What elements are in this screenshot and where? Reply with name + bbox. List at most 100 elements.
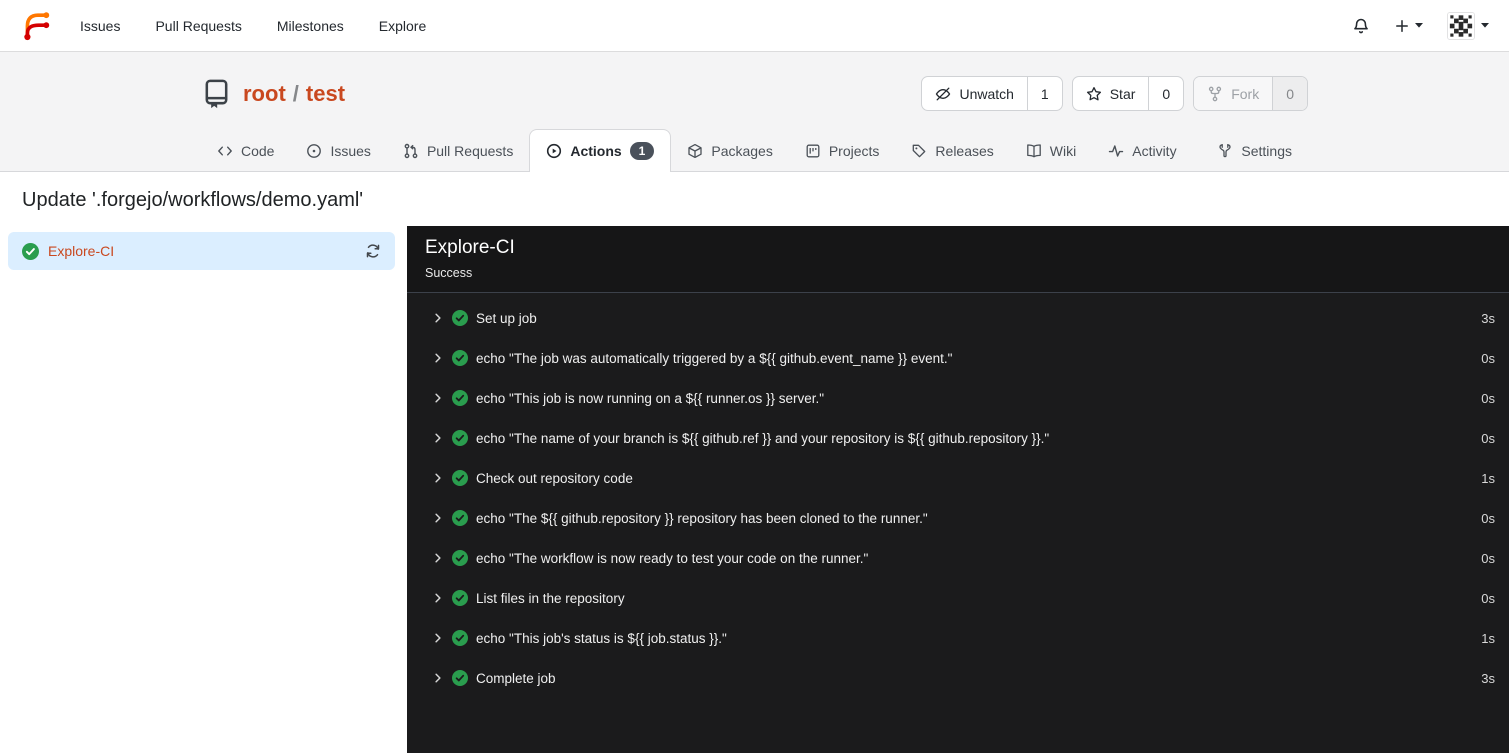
settings-wrench-icon — [1219, 144, 1232, 158]
fork-button-group: Fork 0 — [1193, 76, 1308, 112]
jobs-sidebar: Explore-CI — [0, 226, 407, 753]
success-check-icon — [452, 590, 468, 607]
tab-issues[interactable]: Issues — [290, 129, 386, 172]
repo-separator: / — [292, 80, 299, 106]
step-row[interactable]: echo "The ${{ github.repository }} repos… — [407, 498, 1509, 538]
step-row[interactable]: Complete job 3s — [407, 658, 1509, 698]
chevron-right-icon — [435, 353, 441, 363]
star-count[interactable]: 0 — [1148, 77, 1183, 111]
tab-settings[interactable]: Settings — [1201, 129, 1308, 172]
step-label: echo "This job is now running on a ${{ r… — [476, 390, 825, 406]
top-navbar: Issues Pull Requests Milestones Explore — [0, 0, 1509, 52]
success-check-icon — [452, 470, 468, 487]
step-row[interactable]: echo "The job was automatically triggere… — [407, 338, 1509, 378]
job-item-explore-ci[interactable]: Explore-CI — [8, 232, 395, 271]
navbar-links: Issues Pull Requests Milestones Explore — [80, 18, 426, 34]
star-icon — [1086, 86, 1101, 101]
user-menu-dropdown[interactable] — [1447, 11, 1489, 40]
notifications-bell-icon[interactable] — [1352, 17, 1370, 35]
tab-pull-requests[interactable]: Pull Requests — [387, 129, 529, 172]
run-panel-header: Explore-CI Success — [407, 226, 1509, 294]
step-duration: 1s — [1481, 630, 1495, 646]
step-row[interactable]: echo "This job's status is ${{ job.statu… — [407, 618, 1509, 658]
package-icon — [688, 143, 703, 159]
repo-tabs: Code Issues Pull Requests Actions 1 Pack… — [201, 129, 1308, 173]
steps-list: Set up job 3s echo "The job was automati… — [407, 293, 1509, 753]
watch-button-group: Unwatch 1 — [921, 76, 1063, 112]
success-check-icon — [452, 350, 468, 367]
step-duration: 0s — [1481, 390, 1495, 406]
step-row[interactable]: echo "This job is now running on a ${{ r… — [407, 378, 1509, 418]
chevron-down-icon — [1481, 23, 1489, 28]
step-duration: 3s — [1481, 310, 1495, 326]
step-row[interactable]: List files in the repository 0s — [407, 578, 1509, 618]
pull-request-icon — [404, 143, 418, 159]
step-label: echo "The workflow is now ready to test … — [476, 550, 869, 566]
step-row[interactable]: Set up job 3s — [407, 298, 1509, 338]
create-new-dropdown[interactable] — [1394, 18, 1423, 34]
success-check-icon — [452, 430, 468, 447]
step-duration: 3s — [1481, 670, 1495, 686]
star-button[interactable]: Star — [1073, 77, 1149, 110]
step-duration: 0s — [1481, 430, 1495, 446]
chevron-right-icon — [435, 513, 441, 523]
tab-activity[interactable]: Activity — [1092, 129, 1192, 172]
avatar — [1447, 11, 1475, 40]
tab-code[interactable]: Code — [201, 129, 290, 172]
fork-icon — [1209, 86, 1222, 102]
repo-name-link[interactable]: test — [306, 81, 345, 107]
run-detail-panel: Explore-CI Success Set up job 3s echo "T… — [407, 226, 1509, 753]
step-label: echo "The name of your branch is ${{ git… — [476, 430, 1050, 446]
tag-icon — [913, 144, 926, 158]
chevron-right-icon — [435, 393, 441, 403]
success-check-icon — [452, 510, 468, 527]
success-check-icon — [452, 630, 468, 647]
fork-button: Fork — [1194, 77, 1273, 111]
step-row[interactable]: Check out repository code 1s — [407, 458, 1509, 498]
step-label: List files in the repository — [476, 590, 625, 606]
tab-releases[interactable]: Releases — [895, 129, 1009, 172]
play-circle-icon — [547, 144, 562, 159]
step-duration: 0s — [1481, 550, 1495, 566]
step-label: echo "The ${{ github.repository }} repos… — [476, 510, 928, 526]
navbar-item-explore[interactable]: Explore — [379, 18, 426, 34]
forgejo-logo-icon[interactable] — [20, 10, 52, 42]
chevron-right-icon — [435, 553, 441, 563]
tab-actions[interactable]: Actions 1 — [529, 129, 672, 173]
success-check-icon — [452, 670, 468, 687]
run-job-title: Explore-CI — [425, 237, 515, 259]
chevron-right-icon — [435, 593, 441, 603]
success-check-icon — [452, 310, 468, 327]
watch-count[interactable]: 1 — [1026, 77, 1062, 111]
repo-title: root / test — [243, 81, 345, 107]
step-label: echo "This job's status is ${{ job.statu… — [476, 630, 727, 646]
fork-count: 0 — [1272, 77, 1307, 111]
chevron-right-icon — [435, 473, 441, 483]
tab-projects[interactable]: Projects — [789, 129, 896, 172]
navbar-item-issues[interactable]: Issues — [80, 18, 120, 34]
navbar-item-pull-requests[interactable]: Pull Requests — [155, 18, 241, 34]
unwatch-button[interactable]: Unwatch — [922, 77, 1026, 110]
repo-action-buttons: Unwatch 1 Star 0 Fork 0 — [921, 76, 1308, 112]
run-status-text: Success — [425, 266, 473, 281]
issue-opened-icon — [307, 144, 322, 158]
job-name: Explore-CI — [48, 243, 115, 260]
step-row[interactable]: echo "The workflow is now ready to test … — [407, 538, 1509, 578]
rerun-job-icon[interactable] — [365, 243, 381, 259]
navbar-item-milestones[interactable]: Milestones — [277, 18, 344, 34]
step-row[interactable]: echo "The name of your branch is ${{ git… — [407, 418, 1509, 458]
chevron-right-icon — [435, 313, 441, 323]
chevron-right-icon — [435, 673, 441, 683]
repo-owner-link[interactable]: root — [243, 81, 286, 107]
step-duration: 1s — [1481, 470, 1495, 486]
activity-pulse-icon — [1109, 145, 1124, 157]
run-page: Update '.forgejo/workflows/demo.yaml' Ex… — [0, 189, 1509, 753]
chevron-right-icon — [435, 433, 441, 443]
tab-packages[interactable]: Packages — [671, 129, 788, 172]
repository-book-icon — [201, 78, 232, 109]
navbar-right — [1352, 11, 1489, 40]
success-check-icon — [452, 550, 468, 567]
tab-wiki[interactable]: Wiki — [1010, 129, 1092, 172]
step-duration: 0s — [1481, 590, 1495, 606]
project-board-icon — [806, 144, 820, 158]
